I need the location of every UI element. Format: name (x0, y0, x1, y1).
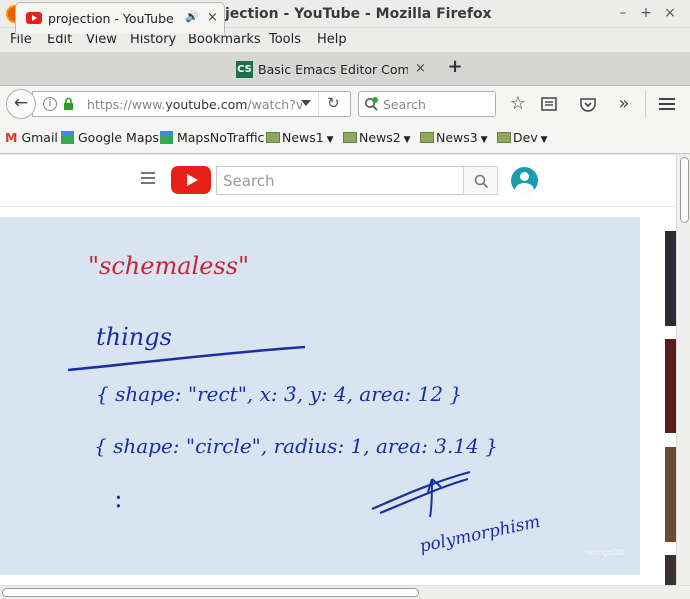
account-avatar[interactable] (511, 167, 538, 194)
guide-menu-icon[interactable] (141, 172, 155, 184)
menu-bookmarks[interactable]: Bookmarks (188, 32, 261, 47)
rect-record-text: { shape: "rect", x: 3, y: 4, area: 12 } (96, 382, 462, 406)
search-icon (365, 97, 378, 111)
overflow-menu-icon[interactable]: » (613, 93, 635, 115)
navigation-toolbar: i https://www.youtube.com/watch?v=8z ↻ ←… (0, 86, 690, 122)
bookmark-folder-news3[interactable]: News3 ▼ (420, 130, 488, 145)
vertical-scroll-thumb[interactable] (680, 157, 689, 223)
menu-tools[interactable]: Tools (269, 32, 301, 47)
menu-history[interactable]: History (130, 32, 176, 47)
menu-file[interactable]: File (10, 32, 32, 47)
avatar-body (515, 183, 534, 194)
related-thumbnail[interactable] (665, 231, 676, 326)
page-viewport: Search "schemaless" things { shape: "rec… (0, 155, 676, 585)
video-player[interactable]: "schemaless" things { shape: "rect", x: … (0, 217, 640, 575)
circle-record-text: { shape: "circle", radius: 1, area: 3.14… (94, 434, 498, 458)
cs-favicon-icon: CS (236, 61, 253, 78)
search-icon (474, 174, 489, 189)
whiteboard-drawing: "schemaless" things { shape: "rect", x: … (67, 252, 542, 557)
close-window-button[interactable]: × (660, 3, 680, 23)
minimize-button[interactable]: – (613, 3, 633, 23)
url-bar[interactable]: i https://www.youtube.com/watch?v=8z ↻ (32, 91, 351, 117)
youtube-header: Search (0, 155, 676, 207)
tab-label: Basic Emacs Editor Com… (258, 62, 408, 77)
back-button[interactable]: ← (6, 89, 36, 119)
tab-label: projection - YouTube (48, 11, 174, 26)
tab-close-icon[interactable]: × (207, 10, 218, 25)
scribble-stroke (371, 470, 471, 515)
search-bar[interactable]: Search (358, 91, 496, 117)
schemaless-text: "schemaless" (88, 252, 249, 280)
folder-icon (420, 132, 434, 143)
horizontal-scrollbar[interactable] (0, 585, 690, 599)
related-videos-strip[interactable] (665, 231, 676, 585)
maps-icon (61, 131, 74, 144)
tab-basic-emacs[interactable]: CS Basic Emacs Editor Com… × (228, 54, 434, 86)
youtube-logo[interactable] (171, 166, 211, 194)
menu-view[interactable]: View (86, 32, 117, 47)
gmail-icon: M (5, 130, 18, 145)
speaker-icon[interactable]: 🔊 (185, 10, 199, 23)
url-text[interactable]: https://www.youtube.com/watch?v=8z (87, 97, 302, 112)
polymorphism-text: polymorphism (418, 512, 542, 557)
tab-close-icon[interactable]: × (415, 61, 426, 76)
arrow-stroke (427, 478, 442, 518)
bookmark-folder-news1[interactable]: News1 ▼ (266, 130, 334, 145)
search-placeholder: Search (383, 97, 426, 112)
horizontal-scroll-thumb[interactable] (2, 588, 419, 597)
folder-icon (266, 132, 280, 143)
youtube-search-input[interactable]: Search (216, 166, 464, 195)
bookmark-folder-news2[interactable]: News2 ▼ (343, 130, 411, 145)
url-dropdown-icon[interactable] (301, 100, 311, 106)
bookmark-star-icon[interactable]: ☆ (507, 93, 529, 115)
maps-icon (160, 131, 173, 144)
tab-projection-youtube[interactable]: projection - YouTube 🔊 × (15, 2, 225, 34)
reading-list-icon[interactable] (538, 93, 560, 115)
youtube-search-placeholder: Search (223, 172, 275, 190)
maximize-button[interactable]: + (636, 3, 656, 23)
youtube-favicon-icon (26, 12, 42, 24)
bookmarks-toolbar: M Gmail Google Maps MapsNoTraffic News1 … (0, 122, 690, 154)
pocket-icon[interactable] (577, 93, 599, 115)
related-thumbnail[interactable] (665, 447, 676, 542)
new-tab-button[interactable]: + (445, 57, 465, 77)
folder-icon (497, 132, 511, 143)
url-divider (318, 92, 319, 116)
bookmark-gmail[interactable]: M Gmail (5, 130, 58, 145)
things-text: things (96, 323, 172, 351)
vertical-scrollbar[interactable] (676, 155, 690, 585)
youtube-search-button[interactable] (463, 166, 498, 195)
toolbar-divider (645, 91, 646, 117)
ellipsis-text: : (114, 484, 123, 514)
hamburger-menu-icon[interactable] (656, 93, 678, 115)
related-thumbnail[interactable] (665, 339, 676, 433)
firefox-window: projection - YouTube - Mozilla Firefox –… (0, 0, 690, 599)
avatar-head (520, 172, 529, 181)
reload-icon[interactable]: ↻ (327, 94, 340, 112)
lock-icon (64, 97, 73, 110)
bookmark-maps-no-traffic[interactable]: MapsNoTraffic (160, 130, 264, 145)
info-icon[interactable]: i (43, 97, 57, 111)
menu-edit[interactable]: Edit (47, 32, 72, 47)
bookmark-folder-dev[interactable]: Dev ▼ (497, 130, 548, 145)
bookmark-google-maps[interactable]: Google Maps (61, 130, 159, 145)
related-thumbnail[interactable] (665, 555, 676, 585)
folder-icon (343, 132, 357, 143)
mongodb-watermark: mongoDB (585, 548, 625, 557)
menu-help[interactable]: Help (317, 32, 347, 47)
